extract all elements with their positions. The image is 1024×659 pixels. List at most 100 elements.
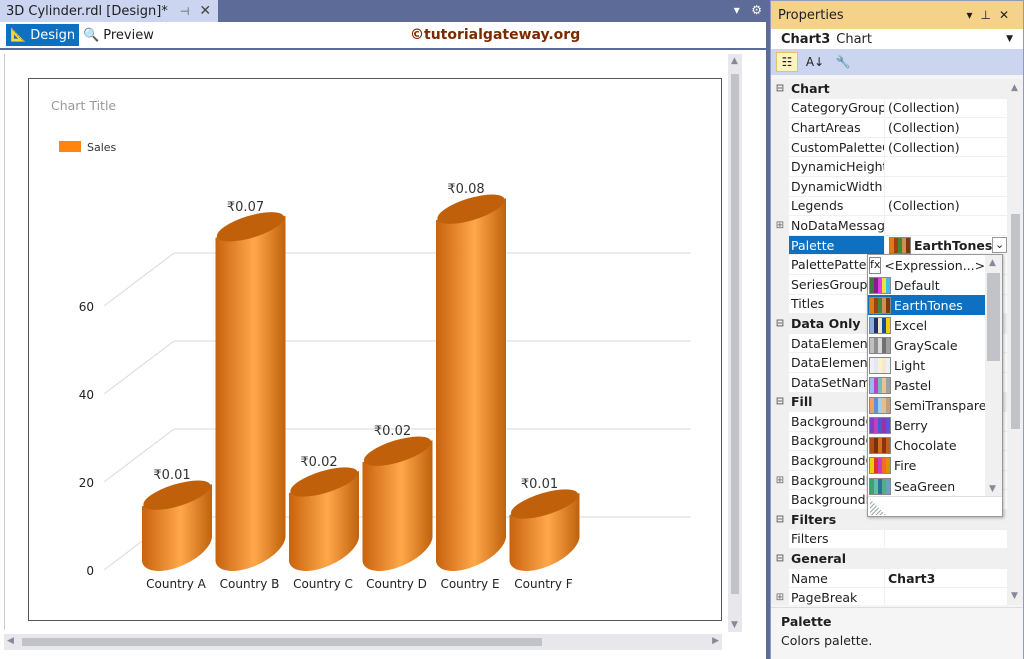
gridline-depth: [103, 340, 175, 395]
palette-option[interactable]: Pastel: [868, 376, 985, 396]
palette-dropdown-list[interactable]: fx <Expression...> Default EarthTones Exce…: [867, 254, 1003, 517]
object-name: Chart3: [781, 31, 831, 47]
property-name: Data Only: [791, 315, 861, 331]
properties-title: Properties: [778, 7, 844, 23]
palette-swatch: [869, 276, 891, 294]
palette-option[interactable]: Berry: [868, 416, 985, 436]
property-row[interactable]: DynamicHeight: [771, 157, 1007, 177]
close-tab-icon[interactable]: ✕: [199, 3, 211, 19]
palette-swatch: [869, 437, 891, 455]
property-row[interactable]: Palette EarthTones ⌄: [771, 235, 1007, 256]
property-row[interactable]: Legends (Collection): [771, 196, 1007, 217]
property-name: Filters: [791, 511, 837, 527]
palette-option[interactable]: Chocolate: [868, 436, 985, 456]
dropdown-scrollbar[interactable]: ▲ ▼: [985, 255, 1002, 497]
row-gutter: [771, 294, 789, 314]
property-value[interactable]: (Collection): [885, 197, 1007, 216]
property-row[interactable]: Filters: [771, 529, 1007, 550]
palette-option[interactable]: Default: [868, 275, 985, 295]
property-value[interactable]: EarthTones ⌄: [885, 236, 1007, 255]
vertical-scrollbar[interactable]: ▲ ▼: [728, 54, 742, 632]
collapse-icon[interactable]: ⊟: [771, 510, 789, 529]
row-gutter: [771, 255, 789, 274]
row-gutter: [771, 490, 789, 510]
property-value[interactable]: [885, 157, 1007, 176]
chart[interactable]: Chart Title Sales 0 20 40 60 ₹0.01 ₹0.07 ₹0.02…: [28, 78, 722, 621]
categorized-icon[interactable]: ☷: [776, 52, 798, 72]
dropdown-button[interactable]: ⌄: [992, 237, 1007, 254]
palette-option-label: SeaGreen: [894, 478, 956, 494]
gear-icon[interactable]: ⚙: [751, 3, 762, 17]
palette-swatch: [869, 457, 891, 475]
property-name: DynamicHeight: [791, 157, 885, 176]
expression-option[interactable]: fx <Expression...>: [868, 255, 985, 275]
palette-option[interactable]: SeaGreen: [868, 476, 985, 496]
property-row[interactable]: ⊞ PageBreak: [771, 588, 1007, 605]
property-row[interactable]: CustomPaletteColors(Collection): [771, 137, 1007, 158]
expand-icon[interactable]: ⊞: [771, 470, 789, 490]
bar-country-f: ₹0.01: [509, 477, 580, 571]
row-gutter: [771, 176, 789, 196]
palette-option[interactable]: EarthTones: [868, 295, 985, 316]
property-value[interactable]: (Collection): [885, 138, 1007, 157]
property-value[interactable]: Chart3: [885, 569, 1007, 588]
row-gutter: [771, 118, 789, 137]
object-selector[interactable]: Chart3 Chart ▼: [771, 29, 1023, 49]
bar-country-a: ₹0.01: [141, 468, 212, 571]
property-row[interactable]: CategoryGroups (Collection): [771, 98, 1007, 119]
palette-swatch: [869, 477, 891, 495]
property-name: CustomPaletteColors: [789, 137, 885, 157]
palette-option-label: EarthTones: [894, 297, 963, 313]
property-value-text: (Collection): [888, 139, 960, 155]
gridline-depth: [103, 252, 175, 307]
resize-grip[interactable]: [868, 496, 1002, 516]
document-tab[interactable]: 3D Cylinder.rdl [Design]* ⊣ ✕: [0, 0, 218, 22]
palette-option-label: Chocolate: [894, 438, 957, 454]
palette-option-label: Berry: [894, 418, 928, 434]
property-name: Filters: [789, 529, 885, 549]
property-pages-icon[interactable]: 🔧: [832, 52, 854, 72]
row-gutter: [771, 431, 789, 451]
preview-tab[interactable]: 🔍 Preview: [79, 24, 158, 46]
collapse-icon[interactable]: ⊟: [771, 314, 789, 333]
palette-option[interactable]: SemiTransparent: [868, 396, 985, 416]
chart-title[interactable]: Chart Title: [51, 98, 116, 113]
design-tab[interactable]: 📐 Design: [6, 24, 80, 46]
pin-icon[interactable]: ⊣: [180, 5, 190, 18]
collapse-icon[interactable]: ⊟: [771, 79, 789, 98]
property-value[interactable]: [885, 588, 1007, 605]
dropdown-icon[interactable]: ▾: [966, 8, 980, 22]
expand-icon[interactable]: ⊞: [771, 588, 789, 605]
dropdown-icon[interactable]: ▾: [734, 3, 740, 17]
property-grid-scrollbar[interactable]: ▲ ▼: [1007, 79, 1023, 605]
property-value[interactable]: (Collection): [885, 118, 1007, 137]
property-value[interactable]: (Collection): [885, 99, 1007, 118]
palette-swatch: [869, 336, 891, 354]
palette-option[interactable]: GrayScale: [868, 335, 985, 355]
property-value[interactable]: [885, 177, 1007, 196]
property-row[interactable]: ⊞ NoDataMessage: [771, 216, 1007, 236]
property-category[interactable]: ⊟ Chart: [771, 79, 1007, 99]
property-value[interactable]: [885, 530, 1007, 549]
property-row[interactable]: ChartAreas (Collection): [771, 118, 1007, 138]
palette-option[interactable]: Fire: [868, 456, 985, 476]
window-options[interactable]: ▾ ⚙: [734, 3, 762, 17]
palette-swatch: [869, 397, 891, 415]
properties-toolbar: ☷ A↓ 🔧: [771, 49, 1023, 75]
property-row[interactable]: Name Chart3: [771, 568, 1007, 589]
property-category[interactable]: ⊟ General: [771, 549, 1007, 569]
property-value[interactable]: [885, 216, 1007, 235]
alphabetical-icon[interactable]: A↓: [804, 52, 826, 72]
description-text: Colors palette.: [781, 633, 873, 648]
horizontal-scrollbar[interactable]: ◀ ▶: [4, 634, 722, 650]
design-label: Design: [30, 27, 76, 43]
property-row[interactable]: DynamicWidth: [771, 176, 1007, 197]
pin-icon[interactable]: ⊥: [980, 8, 998, 22]
collapse-icon[interactable]: ⊟: [771, 549, 789, 568]
palette-option[interactable]: Light: [868, 355, 985, 375]
collapse-icon[interactable]: ⊟: [771, 392, 789, 412]
y-tick-label: 60: [79, 300, 94, 314]
palette-option[interactable]: Excel: [868, 315, 985, 335]
close-icon[interactable]: ✕: [999, 8, 1017, 22]
expand-icon[interactable]: ⊞: [771, 216, 789, 235]
